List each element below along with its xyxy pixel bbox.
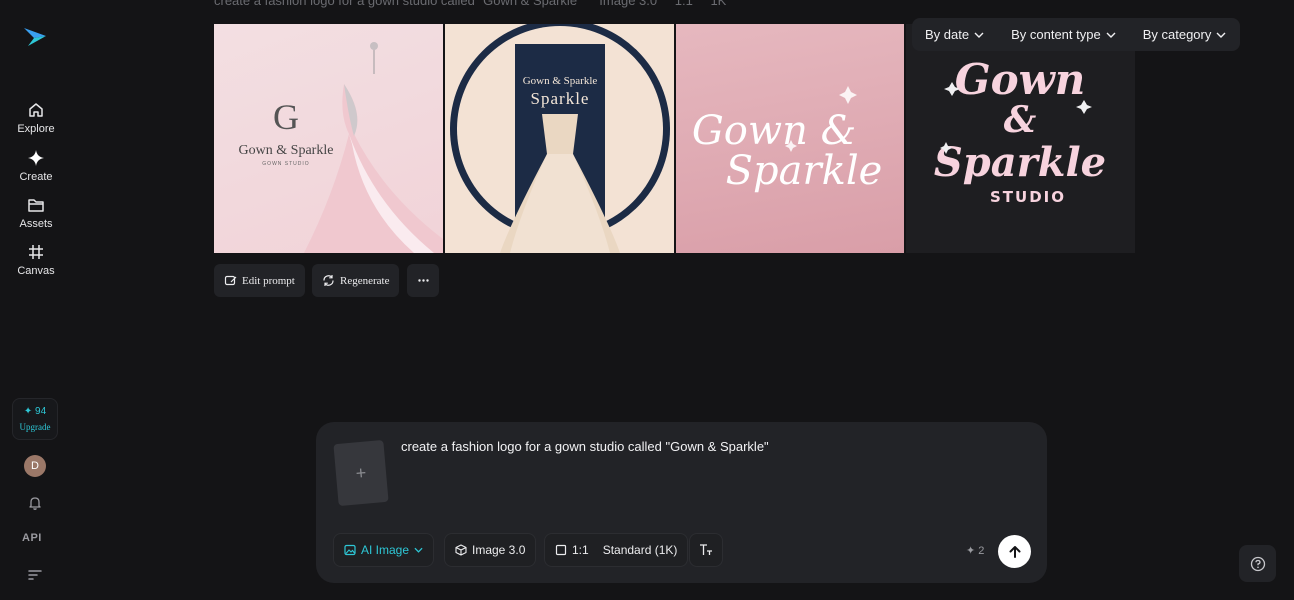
nav-assets[interactable]: Assets	[0, 196, 72, 230]
edit-prompt-label: Edit prompt	[242, 274, 295, 287]
folder-icon	[28, 199, 44, 212]
avatar[interactable]: D	[24, 455, 46, 477]
nav-create-label: Create	[19, 171, 53, 183]
sparkle-icon	[28, 150, 44, 166]
regenerate-label: Regenerate	[340, 274, 390, 287]
regenerate-button[interactable]: Regenerate	[312, 264, 400, 297]
generated-image-4[interactable]: Gown & Sparkle STUDIO	[906, 24, 1135, 253]
generated-image-2[interactable]: Gown & Sparkle Sparkle	[445, 24, 674, 253]
canvas-icon	[29, 245, 43, 259]
caption-res: 1K	[710, 0, 727, 8]
upgrade-link[interactable]: Upgrade	[20, 422, 51, 432]
img1-monogram: G	[273, 97, 299, 137]
chevron-down-icon	[1216, 32, 1226, 38]
img1-sub: GOWN STUDIO	[262, 161, 309, 167]
quality-label: Standard (1K)	[602, 543, 678, 557]
filter-bar: By date By content type By category	[912, 18, 1240, 51]
help-icon	[1250, 556, 1265, 571]
prompt-input[interactable]: create a fashion logo for a gown studio …	[401, 439, 769, 454]
plus-icon: +	[354, 462, 368, 483]
filter-by-category[interactable]: By category	[1143, 27, 1227, 42]
refresh-icon	[323, 275, 334, 286]
caption-prompt: create a fashion logo for a gown studio …	[214, 0, 582, 8]
aspect-ratio-icon	[555, 544, 567, 556]
help-button[interactable]	[1239, 545, 1276, 582]
arrow-up-icon	[1009, 545, 1020, 558]
notification-bell-icon[interactable]	[26, 494, 44, 512]
generated-image-1[interactable]: G Gown & Sparkle GOWN STUDIO	[214, 24, 443, 253]
img3-line2: Sparkle	[726, 148, 883, 194]
nav-explore[interactable]: Explore	[0, 101, 72, 135]
image-icon	[344, 544, 356, 556]
model-label: Image 3.0	[472, 543, 526, 557]
cube-icon	[455, 544, 467, 556]
text-format-button[interactable]	[689, 533, 723, 567]
ratio-label: 1:1	[572, 543, 589, 557]
credit-cost: ✦ 2	[966, 545, 985, 557]
img2-line2: Sparkle	[531, 89, 590, 108]
filter-by-category-label: By category	[1142, 27, 1212, 42]
nav-canvas[interactable]: Canvas	[0, 243, 72, 277]
credits-upgrade[interactable]: ✦ 94 Upgrade	[12, 398, 58, 440]
model-select[interactable]: Image 3.0	[444, 533, 537, 567]
more-icon	[417, 279, 429, 282]
credits-count: ✦ 94	[23, 406, 47, 417]
logo-icon[interactable]	[22, 24, 48, 50]
chevron-down-icon	[414, 547, 423, 553]
generated-image-3[interactable]: Gown & Sparkle	[676, 24, 904, 253]
filter-by-content-type-label: By content type	[1011, 27, 1101, 42]
nav-explore-label: Explore	[17, 123, 55, 135]
prompt-box: + create a fashion logo for a gown studi…	[316, 422, 1047, 583]
more-options-button[interactable]	[407, 264, 439, 297]
img4-line1: Gown	[955, 55, 1086, 104]
text-format-icon	[700, 544, 712, 555]
nav-assets-label: Assets	[19, 218, 53, 230]
chevron-down-icon	[974, 32, 984, 38]
send-button[interactable]	[998, 535, 1031, 568]
mode-select[interactable]: AI Image	[333, 533, 435, 567]
caption-model: Image 3.0	[599, 0, 658, 8]
img2-line1: Gown & Sparkle	[523, 75, 598, 87]
edit-prompt-button[interactable]: Edit prompt	[214, 264, 305, 297]
filter-by-date[interactable]: By date	[925, 27, 984, 42]
img1-name: Gown & Sparkle	[239, 143, 334, 158]
ratio-quality-select[interactable]: 1:1 Standard (1K)	[544, 533, 689, 567]
home-icon	[29, 103, 43, 117]
add-reference-button[interactable]: +	[333, 439, 389, 507]
menu-icon[interactable]	[26, 566, 44, 584]
edit-icon	[224, 275, 237, 286]
sidebar: Explore Create Assets Canvas ✦ 94 Upgrad…	[0, 0, 72, 600]
nav-create[interactable]: Create	[0, 149, 72, 183]
chevron-down-icon	[1106, 32, 1116, 38]
filter-by-date-label: By date	[925, 27, 970, 42]
nav-canvas-label: Canvas	[17, 265, 55, 277]
img4-line3: Sparkle	[934, 139, 1106, 186]
filter-by-content-type[interactable]: By content type	[1011, 27, 1116, 42]
generation-caption: create a fashion logo for a gown studio …	[214, 0, 740, 8]
img4-line4: STUDIO	[990, 188, 1066, 206]
mode-label: AI Image	[361, 543, 410, 557]
api-link[interactable]: API	[22, 532, 42, 544]
img4-line2: &	[1004, 99, 1037, 141]
caption-ratio: 1:1	[674, 0, 693, 8]
